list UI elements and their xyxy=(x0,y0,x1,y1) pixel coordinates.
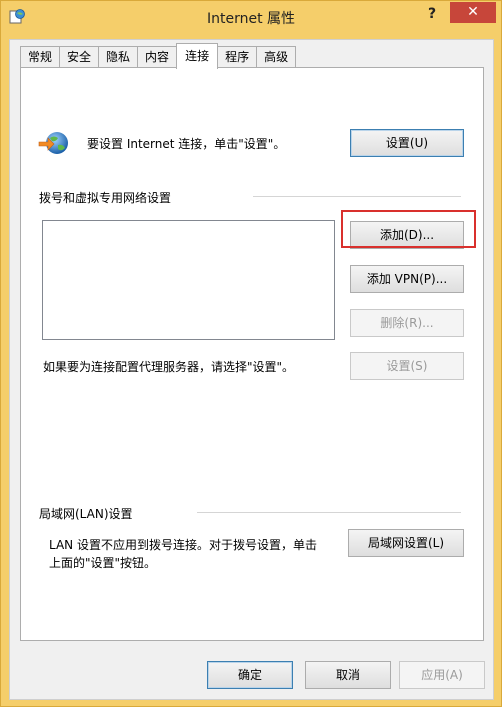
internet-properties-window: Internet 属性 ? ✕ 常规 安全 隐私 内容 连接 程序 高级 要设置… xyxy=(0,0,502,707)
setup-instruction: 要设置 Internet 连接，单击"设置"。 xyxy=(87,137,286,151)
tab-strip: 常规 安全 隐私 内容 连接 程序 高级 xyxy=(20,43,297,69)
tab-security[interactable]: 安全 xyxy=(59,46,99,68)
setup-button[interactable]: 设置(U) xyxy=(350,129,464,157)
tab-advanced[interactable]: 高级 xyxy=(256,46,297,68)
lan-settings-button[interactable]: 局域网设置(L) xyxy=(348,529,464,557)
lan-group-divider xyxy=(197,512,461,513)
ok-button[interactable]: 确定 xyxy=(207,661,293,689)
tab-programs[interactable]: 程序 xyxy=(218,46,257,68)
dialog-body: 常规 安全 隐私 内容 连接 程序 高级 要设置 Internet 连接，单击"… xyxy=(9,39,494,700)
connections-list[interactable] xyxy=(42,220,335,340)
tab-connections[interactable]: 连接 xyxy=(176,43,219,69)
lan-group-label: 局域网(LAN)设置 xyxy=(39,507,133,521)
lan-note-line1: LAN 设置不应用到拨号连接。对于拨号设置，单击 xyxy=(49,538,317,552)
help-button[interactable]: ? xyxy=(419,4,445,24)
tab-content[interactable]: 内容 xyxy=(137,46,177,68)
remove-connection-button[interactable]: 删除(R)... xyxy=(350,309,464,337)
connections-panel: 要设置 Internet 连接，单击"设置"。 设置(U) 拨号和虚拟专用网络设… xyxy=(20,67,484,641)
proxy-instruction: 如果要为连接配置代理服务器，请选择"设置"。 xyxy=(43,360,295,374)
dialup-group-label: 拨号和虚拟专用网络设置 xyxy=(39,191,172,205)
add-vpn-button[interactable]: 添加 VPN(P)... xyxy=(350,265,464,293)
tab-privacy[interactable]: 隐私 xyxy=(98,46,138,68)
lan-note-line2: 上面的"设置"按钮。 xyxy=(49,556,157,570)
tab-general[interactable]: 常规 xyxy=(20,46,60,68)
close-button[interactable]: ✕ xyxy=(450,2,496,23)
cancel-button[interactable]: 取消 xyxy=(305,661,391,689)
globe-connection-icon xyxy=(38,132,68,154)
title-bar[interactable]: Internet 属性 ? ✕ xyxy=(1,1,501,31)
connection-settings-button[interactable]: 设置(S) xyxy=(350,352,464,380)
apply-button[interactable]: 应用(A) xyxy=(399,661,485,689)
add-button-highlight xyxy=(341,210,476,248)
dialup-group-divider xyxy=(253,196,461,197)
